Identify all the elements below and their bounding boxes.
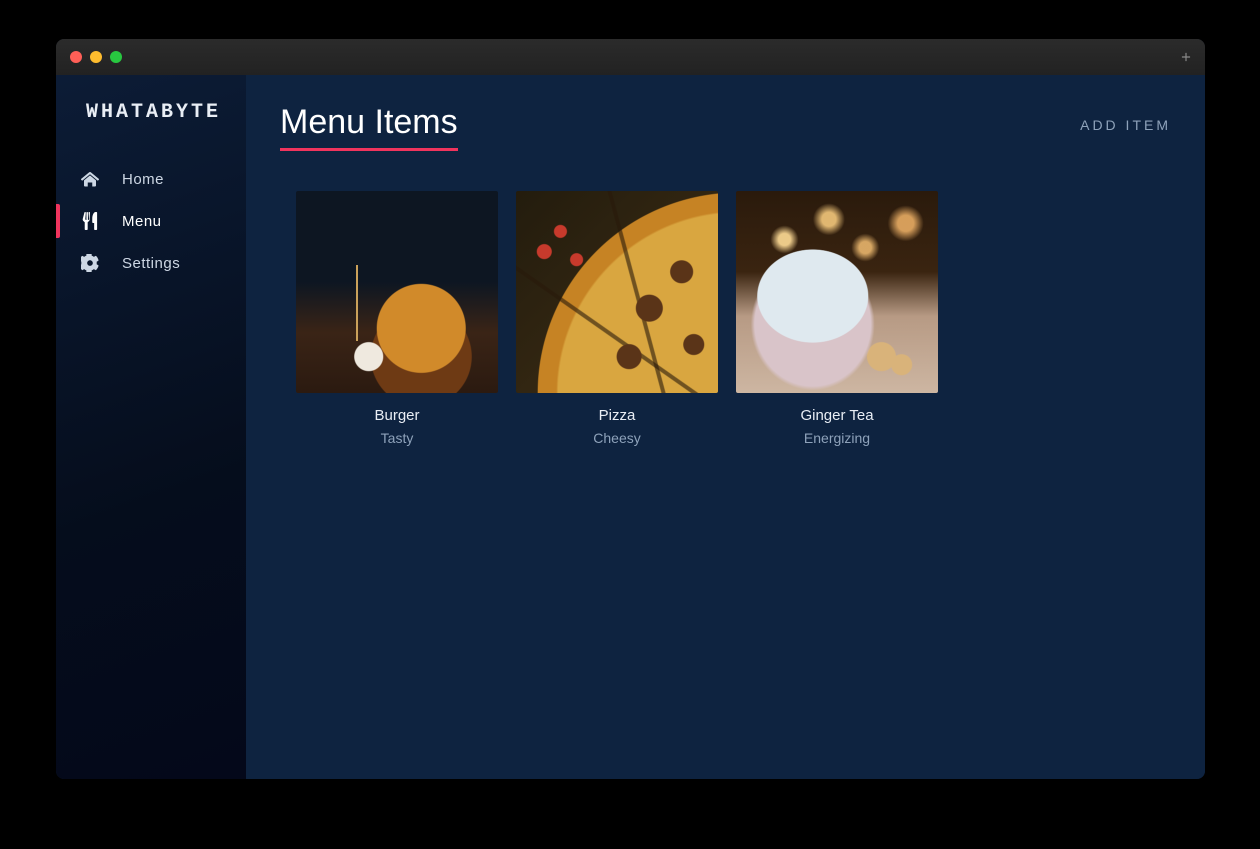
menu-card-name: Burger <box>296 407 498 424</box>
sidebar: WHATABYTE Home Menu <box>56 75 246 779</box>
app-window: WHATABYTE Home Menu <box>56 39 1205 779</box>
menu-card-description: Energizing <box>736 430 938 446</box>
menu-card[interactable]: Burger Tasty <box>296 191 498 446</box>
menu-card[interactable]: Pizza Cheesy <box>516 191 718 446</box>
sidebar-item-label: Home <box>122 171 164 188</box>
app-body: WHATABYTE Home Menu <box>56 75 1205 779</box>
menu-card-image <box>296 191 498 393</box>
menu-card-name: Pizza <box>516 407 718 424</box>
new-tab-button[interactable] <box>1175 46 1197 68</box>
utensils-icon <box>80 212 100 230</box>
menu-card-image <box>516 191 718 393</box>
menu-grid: Burger Tasty Pizza Cheesy Ginger Tea Ene… <box>280 191 1171 446</box>
plus-icon <box>1179 50 1193 64</box>
maximize-window-button[interactable] <box>110 51 122 63</box>
sidebar-item-menu[interactable]: Menu <box>56 200 246 242</box>
sidebar-item-home[interactable]: Home <box>56 158 246 200</box>
window-title-bar <box>56 39 1205 75</box>
sidebar-nav: Home Menu Settings <box>56 158 246 284</box>
sidebar-item-label: Menu <box>122 213 162 230</box>
gear-icon <box>80 254 100 272</box>
menu-card-name: Ginger Tea <box>736 407 938 424</box>
add-item-button[interactable]: ADD ITEM <box>1080 117 1171 133</box>
menu-card-description: Tasty <box>296 430 498 446</box>
brand-logo: WHATABYTE <box>56 75 246 150</box>
sidebar-item-label: Settings <box>122 255 180 272</box>
minimize-window-button[interactable] <box>90 51 102 63</box>
home-icon <box>80 170 100 188</box>
menu-card[interactable]: Ginger Tea Energizing <box>736 191 938 446</box>
traffic-lights <box>70 51 122 63</box>
close-window-button[interactable] <box>70 51 82 63</box>
menu-card-description: Cheesy <box>516 430 718 446</box>
menu-card-image <box>736 191 938 393</box>
page-title: Menu Items <box>280 103 458 151</box>
main-content: Menu Items ADD ITEM Burger Tasty Pizza C… <box>246 75 1205 779</box>
sidebar-item-settings[interactable]: Settings <box>56 242 246 284</box>
